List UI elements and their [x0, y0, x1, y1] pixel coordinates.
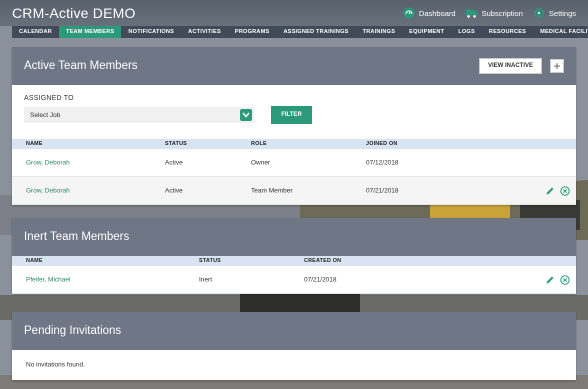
nav-item-equipment[interactable]: EQUIPMENT — [402, 26, 451, 38]
inert-members-header: Inert Team Members — [12, 218, 576, 256]
assigned-to-label: ASSIGNED TO — [24, 95, 74, 102]
dashboard-gauge-icon — [403, 7, 415, 19]
inert-members-table-header: NAME STATUS CREATED ON — [12, 256, 576, 266]
nav-item-medical-facilities[interactable]: MEDICAL FACILITIES — [533, 26, 588, 38]
inert-members-title: Inert Team Members — [24, 231, 130, 243]
active-members-table-header: NAME STATUS ROLE JOINED ON — [12, 139, 576, 149]
nav-item-calendar[interactable]: CALENDAR — [12, 26, 59, 38]
row-actions — [545, 274, 570, 285]
empty-state-row: No invitations found. — [12, 350, 576, 380]
nav-item-logs[interactable]: LOGS — [451, 26, 482, 38]
col-status: STATUS — [165, 141, 187, 147]
pending-invitations-header: Pending Invitations — [12, 312, 576, 350]
col-joined-on: JOINED ON — [366, 141, 398, 147]
subscription-link[interactable]: Subscription — [465, 7, 523, 19]
member-created: 07/21/2018 — [304, 276, 337, 283]
remove-circle-icon[interactable] — [560, 274, 570, 285]
col-name: NAME — [26, 141, 43, 147]
view-inactive-button[interactable]: VIEW INACTIVE — [478, 58, 542, 74]
table-row: Grow, Deborah Active Owner 07/12/2018 — [12, 149, 576, 177]
member-joined: 07/12/2018 — [366, 159, 399, 166]
table-row: Grow, Deborah Active Team Member 07/21/2… — [12, 177, 576, 205]
filter-row: Select Job FILTER — [24, 106, 564, 124]
nav-item-programs[interactable]: PROGRAMS — [228, 26, 277, 38]
filter-area: ASSIGNED TO Select Job FILTER — [12, 85, 576, 139]
dashboard-link-label: Dashboard — [418, 8, 456, 18]
settings-link-label: Settings — [548, 8, 576, 18]
pencil-edit-icon[interactable] — [545, 275, 555, 285]
member-role: Team Member — [251, 187, 293, 194]
gear-icon — [533, 7, 545, 19]
active-members-panel: Active Team Members VIEW INACTIVE + ASSI… — [12, 47, 576, 205]
remove-circle-icon[interactable] — [560, 185, 570, 196]
dashboard-link[interactable]: Dashboard — [403, 7, 456, 19]
active-members-title: Active Team Members — [24, 60, 138, 72]
subscription-link-label: Subscription — [481, 8, 523, 18]
top-bar: CRM-Active DEMO Dashboard Subscription S… — [0, 0, 588, 26]
active-members-header: Active Team Members VIEW INACTIVE + — [12, 47, 576, 85]
pencil-edit-icon[interactable] — [545, 186, 555, 196]
nav-item-assigned-trainings[interactable]: ASSIGNED TRAININGS — [276, 26, 355, 38]
filter-button[interactable]: FILTER — [271, 106, 312, 124]
add-member-button[interactable]: + — [550, 59, 564, 73]
col-status: STATUS — [199, 258, 221, 264]
member-name-link[interactable]: Grow, Deborah — [26, 159, 70, 166]
member-status: Inert — [199, 276, 213, 283]
job-select-value: Select Job — [30, 111, 61, 119]
inert-members-panel: Inert Team Members NAME STATUS CREATED O… — [12, 218, 576, 294]
pending-invitations-title: Pending Invitations — [24, 325, 122, 337]
member-status: Active — [165, 187, 183, 194]
member-name-link[interactable]: Pfeifer, Michael — [26, 276, 70, 283]
empty-state-text: No invitations found. — [26, 361, 85, 369]
nav-item-notifications[interactable]: NOTIFICATIONS — [121, 26, 181, 38]
nav-item-team-members[interactable]: TEAM MEMBERS — [59, 26, 122, 38]
member-joined: 07/21/2018 — [366, 187, 399, 194]
pending-invitations-panel: Pending Invitations No invitations found… — [12, 312, 576, 380]
active-members-actions: VIEW INACTIVE + — [478, 58, 564, 74]
top-links: Dashboard Subscription Settings — [403, 7, 576, 19]
col-name: NAME — [26, 258, 43, 264]
table-row: Pfeifer, Michael Inert 07/21/2018 — [12, 266, 576, 294]
nav-item-activities[interactable]: ACTIVITIES — [181, 26, 228, 38]
nav-item-trainings[interactable]: TRAININGS — [356, 26, 403, 38]
col-created-on: CREATED ON — [304, 258, 342, 264]
member-status: Active — [165, 159, 183, 166]
row-actions — [545, 185, 570, 196]
chevron-down-icon — [240, 109, 252, 121]
member-name-link[interactable]: Grow, Deborah — [26, 187, 70, 194]
settings-link[interactable]: Settings — [533, 7, 576, 19]
nav-item-resources[interactable]: RESOURCES — [482, 26, 533, 38]
main-nav: CALENDAR TEAM MEMBERS NOTIFICATIONS ACTI… — [12, 26, 588, 38]
col-role: ROLE — [251, 141, 267, 147]
member-role: Owner — [251, 159, 271, 166]
brand-title: CRM-Active DEMO — [12, 5, 136, 21]
job-select[interactable]: Select Job — [24, 107, 254, 123]
subscription-truck-icon — [465, 7, 478, 19]
